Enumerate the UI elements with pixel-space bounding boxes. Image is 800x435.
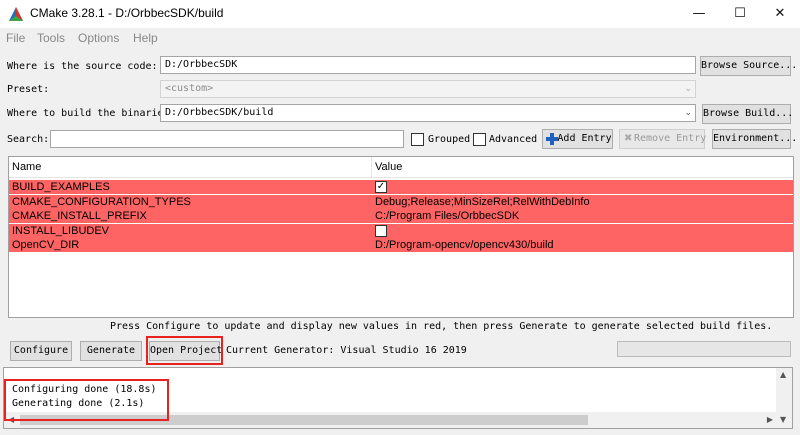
annotation-box-output	[4, 379, 169, 421]
cell-checkbox[interactable]	[375, 224, 387, 237]
table-row[interactable]: INSTALL_LIBUDEV	[9, 223, 793, 238]
header-value[interactable]: Value	[375, 161, 402, 173]
build-path-select[interactable]: D:/OrbbecSDK/build ⌄	[160, 104, 696, 122]
table-row[interactable]: CMAKE_CONFIGURATION_TYPES Debug;Release;M…	[9, 194, 793, 209]
menu-bar: File Tools Options Help	[0, 28, 800, 48]
menu-file[interactable]: File	[6, 31, 25, 45]
build-label: Where to build the binaries:	[7, 108, 176, 119]
advanced-label: Advanced	[489, 134, 538, 145]
cell-value[interactable]: D:/Program-opencv/opencv430/build	[375, 238, 554, 252]
table-row[interactable]: CMAKE_INSTALL_PREFIX C:/Program Files/Orb…	[9, 209, 793, 223]
preset-select[interactable]: <custom> ⌄	[160, 80, 696, 98]
hint-text: Press Configure to update and display ne…	[110, 321, 773, 332]
cell-name: BUILD_EXAMPLES	[12, 181, 110, 193]
browse-build-button[interactable]: Browse Build...	[702, 104, 793, 124]
grouped-label: Grouped	[428, 134, 471, 145]
cell-checkbox[interactable]: ✓	[375, 181, 387, 193]
current-generator: Current Generator: Visual Studio 16 2019	[226, 345, 467, 356]
configure-button[interactable]: Configure	[10, 341, 72, 361]
table-row[interactable]: OpenCV_DIR D:/Program-opencv/opencv430/bu…	[9, 238, 793, 252]
generate-button[interactable]: Generate	[80, 341, 142, 361]
maximize-button[interactable]: ☐	[722, 0, 758, 28]
menu-tools[interactable]: Tools	[37, 31, 65, 45]
cache-table[interactable]: Name Value BUILD_EXAMPLES ✓ CMAKE_CONFIGUR…	[8, 156, 794, 318]
source-label: Where is the source code:	[7, 61, 158, 72]
cell-value[interactable]: C:/Program Files/OrbbecSDK	[375, 209, 519, 223]
cell-value[interactable]: Debug;Release;MinSizeRel;RelWithDebInfo	[375, 195, 590, 209]
scroll-up-icon[interactable]: ▲	[780, 370, 786, 379]
title-bar: CMake 3.28.1 - D:/OrbbecSDK/build — ☐ ✕	[0, 0, 800, 28]
cell-name: CMAKE_CONFIGURATION_TYPES	[12, 195, 191, 208]
search-label: Search:	[7, 134, 50, 145]
header-name[interactable]: Name	[12, 161, 41, 173]
minimize-button[interactable]: —	[681, 0, 717, 28]
table-header: Name Value	[9, 157, 793, 178]
annotation-box-open-project	[146, 336, 223, 365]
cmake-logo-icon	[9, 7, 23, 21]
close-button[interactable]: ✕	[762, 0, 798, 28]
scroll-right-icon[interactable]: ▶	[767, 415, 773, 424]
scroll-down-icon[interactable]: ▼	[780, 415, 786, 424]
cell-name: INSTALL_LIBUDEV	[12, 224, 110, 237]
advanced-checkbox[interactable]	[473, 133, 486, 146]
vertical-scrollbar[interactable]: ▲	[776, 368, 792, 413]
cell-name: OpenCV_DIR	[12, 239, 80, 251]
search-input[interactable]	[50, 130, 404, 148]
menu-options[interactable]: Options	[78, 31, 119, 45]
add-entry-button[interactable]: Add Entry	[542, 129, 613, 149]
table-row[interactable]: BUILD_EXAMPLES ✓	[9, 180, 793, 194]
preset-label: Preset:	[7, 84, 50, 95]
menu-help[interactable]: Help	[133, 31, 158, 45]
header-divider	[371, 157, 372, 178]
scroll-corner: ▼	[776, 412, 792, 428]
add-entry-label: Add Entry	[557, 133, 612, 144]
progress-bar	[617, 341, 791, 357]
cell-name: CMAKE_INSTALL_PREFIX	[12, 210, 147, 222]
remove-entry-button[interactable]: ✖ Remove Entry	[619, 129, 707, 149]
plus-icon	[546, 133, 558, 145]
browse-source-button[interactable]: Browse Source...	[700, 56, 797, 76]
grouped-checkbox[interactable]	[411, 133, 424, 146]
chevron-down-icon: ⌄	[684, 108, 692, 118]
chevron-down-icon: ⌄	[684, 84, 692, 94]
remove-icon: ✖	[624, 133, 633, 144]
environment-button[interactable]: Environment...	[712, 129, 797, 149]
remove-entry-label: Remove Entry	[634, 133, 707, 144]
source-path-input[interactable]: D:/OrbbecSDK	[160, 56, 696, 74]
window-title: CMake 3.28.1 - D:/OrbbecSDK/build	[30, 6, 224, 20]
